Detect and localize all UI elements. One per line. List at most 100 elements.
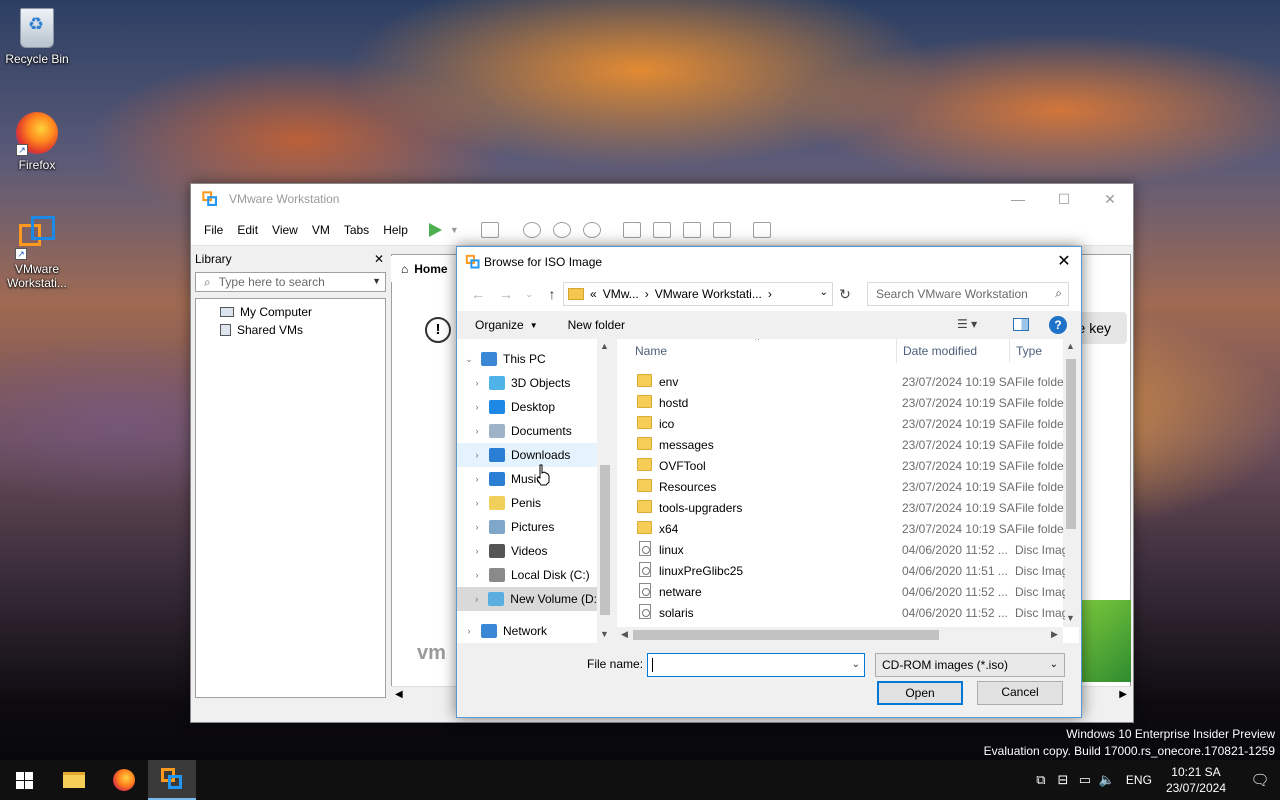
scroll-left-icon[interactable]: ◀ <box>621 629 628 640</box>
taskbar-firefox[interactable] <box>100 760 148 800</box>
address-bar[interactable]: « VMw... › VMware Workstati... › ⌄ <box>563 282 833 306</box>
expand-icon[interactable]: › <box>463 626 475 636</box>
clock[interactable]: 10:21 SA 23/07/2024 <box>1166 764 1226 796</box>
file-type-select[interactable]: CD-ROM images (*.iso) ⌄ <box>875 653 1065 677</box>
expand-icon[interactable]: › <box>471 450 483 460</box>
file-horizontal-scrollbar[interactable]: ◀ ▶ <box>617 627 1063 643</box>
chevron-down-icon[interactable]: ▼ <box>372 276 381 286</box>
scroll-thumb[interactable] <box>1066 359 1076 529</box>
organize-button[interactable]: Organize ▼ <box>475 318 538 332</box>
expand-icon[interactable]: › <box>471 426 483 436</box>
chevron-down-icon[interactable]: ⌄ <box>852 659 860 670</box>
expand-icon[interactable]: › <box>471 474 483 484</box>
file-row[interactable]: Resources 23/07/2024 10:19 SA File folde <box>617 476 1064 497</box>
expand-icon[interactable]: › <box>471 546 483 556</box>
file-row[interactable]: linux 04/06/2020 11:52 ... Disc Imag <box>617 539 1065 560</box>
breadcrumb-part[interactable]: VMware Workstati... <box>655 287 762 301</box>
column-header-date[interactable]: Date modified <box>896 339 977 363</box>
desktop-icon-vmware[interactable]: ↗ VMware Workstati... <box>0 214 74 290</box>
nav-item-penis[interactable]: › Penis <box>457 491 597 515</box>
snapshot-manager-icon[interactable] <box>582 221 601 238</box>
expand-icon[interactable]: › <box>471 402 483 412</box>
menu-file[interactable]: File <box>197 223 230 237</box>
language-indicator[interactable]: ENG <box>1126 773 1152 787</box>
nav-item-downloads[interactable]: › Downloads <box>457 443 597 467</box>
scroll-left-icon[interactable]: ◀ <box>395 689 403 700</box>
column-header-name[interactable]: Name <box>635 344 667 358</box>
back-arrow-icon[interactable]: ← <box>467 286 489 302</box>
power-on-icon[interactable] <box>428 222 442 237</box>
expand-icon[interactable]: › <box>471 570 483 580</box>
volume-icon[interactable]: 🔈 <box>1096 772 1118 788</box>
scroll-right-icon[interactable]: ▶ <box>1051 629 1058 640</box>
menu-edit[interactable]: Edit <box>230 223 265 237</box>
nav-scrollbar[interactable]: ▲ ▼ <box>597 339 613 643</box>
scroll-up-icon[interactable]: ▲ <box>600 341 609 351</box>
network-icon[interactable]: ⊟ <box>1052 772 1074 788</box>
minimize-button[interactable]: — <box>995 184 1041 214</box>
nav-item-music[interactable]: › Music <box>457 467 597 491</box>
file-vertical-scrollbar[interactable]: ▲ ▼ <box>1063 339 1079 627</box>
scroll-thumb[interactable] <box>600 465 610 615</box>
tree-item-my-computer[interactable]: My Computer <box>220 303 385 321</box>
scroll-down-icon[interactable]: ▼ <box>600 629 609 639</box>
breadcrumb-separator[interactable]: › <box>768 287 772 301</box>
change-view-icon[interactable]: ☰ ▾ <box>957 317 977 331</box>
file-row[interactable]: netware 04/06/2020 11:52 ... Disc Imag <box>617 581 1065 602</box>
column-header-type[interactable]: Type <box>1009 339 1042 363</box>
file-row[interactable]: messages 23/07/2024 10:19 SA File folde <box>617 434 1064 455</box>
scroll-down-icon[interactable]: ▼ <box>1066 613 1075 623</box>
breadcrumb-part[interactable]: VMw... <box>603 287 639 301</box>
collapse-icon[interactable]: ⌄ <box>463 354 475 365</box>
refresh-icon[interactable]: ↻ <box>835 282 855 306</box>
thumbnail-view-icon[interactable] <box>652 221 671 238</box>
up-arrow-icon[interactable]: ↑ <box>541 286 563 302</box>
file-row[interactable]: tools-upgraders 23/07/2024 10:19 SA File f… <box>617 497 1064 518</box>
menu-vm[interactable]: VM <box>305 223 337 237</box>
desktop-icon-recycle-bin[interactable]: Recycle Bin <box>0 8 74 66</box>
nav-item-new-volume-d[interactable]: › New Volume (D: <box>457 587 597 611</box>
new-folder-button[interactable]: New folder <box>568 318 625 332</box>
scroll-thumb[interactable] <box>633 630 939 640</box>
library-search-input[interactable]: ⌕ Type here to search ▼ <box>195 272 386 292</box>
maximize-button[interactable]: ☐ <box>1041 184 1087 214</box>
tab-home[interactable]: ⌂ Home <box>391 256 459 282</box>
file-row[interactable]: OVFTool 23/07/2024 10:19 SA File folde <box>617 455 1064 476</box>
snapshot-icon[interactable] <box>522 221 541 238</box>
nav-item-3d-objects[interactable]: › 3D Objects <box>457 371 597 395</box>
breadcrumb-separator[interactable]: › <box>645 287 649 301</box>
unity-icon[interactable] <box>712 221 731 238</box>
start-button[interactable] <box>0 760 48 800</box>
file-row[interactable]: hostd 23/07/2024 10:19 SA File folde <box>617 392 1064 413</box>
close-button[interactable]: ✕ <box>1087 184 1133 214</box>
menu-view[interactable]: View <box>265 223 305 237</box>
recent-locations-icon[interactable]: ⌄ <box>523 289 535 300</box>
vmware-titlebar[interactable]: VMware Workstation — ☐ ✕ <box>191 184 1133 214</box>
file-row[interactable]: ico 23/07/2024 10:19 SA File folde <box>617 413 1064 434</box>
menu-tabs[interactable]: Tabs <box>337 223 376 237</box>
chevron-down-icon[interactable]: ⌄ <box>820 287 828 298</box>
preview-pane-icon[interactable] <box>1013 318 1029 331</box>
nav-item-this-pc[interactable]: ⌄ This PC <box>457 347 597 371</box>
action-center-icon[interactable]: 🗨 <box>1240 760 1280 800</box>
close-icon[interactable]: ✕ <box>374 252 384 266</box>
file-row[interactable]: linuxPreGlibc25 04/06/2020 11:51 ... Disc … <box>617 560 1065 581</box>
file-row[interactable]: env 23/07/2024 10:19 SA File folde <box>617 371 1064 392</box>
open-button[interactable]: Open <box>877 681 963 705</box>
console-icon[interactable] <box>752 221 771 238</box>
forward-arrow-icon[interactable]: → <box>495 286 517 302</box>
desktop-icon-firefox[interactable]: ↗ Firefox <box>0 112 74 172</box>
send-keys-icon[interactable] <box>480 221 499 238</box>
nav-item-videos[interactable]: › Videos <box>457 539 597 563</box>
nav-item-local-disk-c[interactable]: › Local Disk (C:) <box>457 563 597 587</box>
expand-icon[interactable]: › <box>471 498 483 508</box>
fullscreen-icon[interactable] <box>682 221 701 238</box>
nav-item-pictures[interactable]: › Pictures <box>457 515 597 539</box>
help-icon[interactable]: ? <box>1049 316 1067 334</box>
expand-icon[interactable]: › <box>471 594 482 604</box>
dialog-titlebar[interactable]: Browse for ISO Image ✕ <box>457 247 1081 277</box>
nav-item-desktop[interactable]: › Desktop <box>457 395 597 419</box>
search-input[interactable]: Search VMware Workstation ⌕ <box>867 282 1069 306</box>
display-icon[interactable]: ▭ <box>1074 772 1096 788</box>
expand-icon[interactable]: › <box>471 378 483 388</box>
